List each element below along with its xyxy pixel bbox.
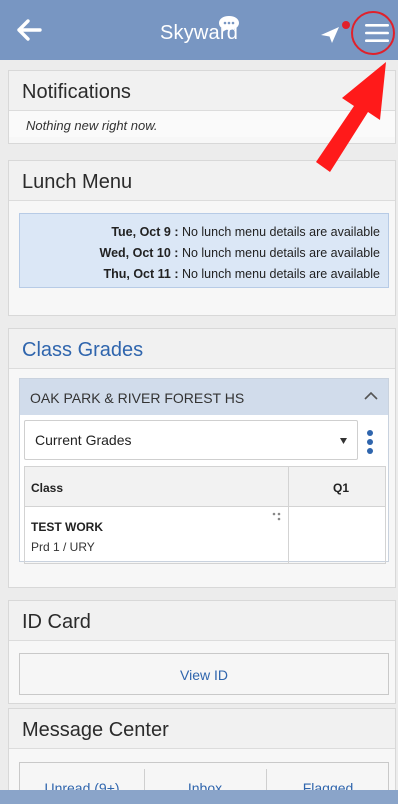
column-class[interactable]: Class — [31, 481, 63, 495]
lunch-menu-row: Thu, Oct 11 : No lunch menu details are … — [20, 267, 380, 281]
chat-bubble-icon[interactable] — [218, 15, 240, 33]
column-divider — [288, 467, 289, 563]
table-row[interactable]: TEST WORK Prd 1 / URY — [25, 508, 287, 564]
red-arrow-icon — [316, 62, 386, 172]
grades-view-value: Current Grades — [35, 432, 132, 448]
more-dots-icon[interactable] — [272, 512, 282, 522]
grades-view-select[interactable]: Current Grades — [24, 420, 358, 460]
lunch-day: Wed, Oct 10 : — [99, 246, 179, 260]
school-panel: OAK PARK & RIVER FOREST HS Current Grade… — [19, 378, 389, 564]
lunch-menu-row: Tue, Oct 9 : No lunch menu details are a… — [20, 225, 380, 239]
lunch-menu-list: Tue, Oct 9 : No lunch menu details are a… — [19, 213, 389, 288]
school-header[interactable]: OAK PARK & RIVER FOREST HS — [20, 379, 388, 415]
lunch-text: No lunch menu details are available — [178, 246, 380, 260]
send-icon[interactable] — [320, 26, 340, 44]
view-id-button[interactable]: View ID — [19, 653, 389, 695]
lunch-day: Tue, Oct 9 : — [111, 225, 179, 239]
class-name[interactable]: TEST WORK — [31, 520, 103, 534]
class-grades-card: Class Grades OAK PARK & RIVER FOREST HS … — [8, 328, 396, 588]
caret-down-icon — [340, 438, 347, 444]
lunch-text: No lunch menu details are available — [178, 267, 380, 281]
message-center-title: Message Center — [9, 709, 395, 749]
bottom-bar — [0, 790, 398, 804]
school-name: OAK PARK & RIVER FOREST HS — [30, 390, 245, 406]
menu-highlight-circle — [351, 11, 395, 55]
class-period: Prd 1 / URY — [31, 540, 95, 554]
lunch-menu-row: Wed, Oct 10 : No lunch menu details are … — [20, 246, 380, 260]
app-header: Skyward — [0, 0, 398, 60]
lunch-text: No lunch menu details are available — [178, 225, 380, 239]
id-card-card: ID Card View ID — [8, 600, 396, 704]
class-grades-title[interactable]: Class Grades — [9, 329, 395, 369]
column-q1[interactable]: Q1 — [333, 481, 349, 495]
grades-table-header: Class Q1 — [25, 467, 385, 507]
grades-table: Class Q1 TEST WORK Prd 1 / URY — [24, 466, 386, 564]
lunch-day: Thu, Oct 11 : — [103, 267, 179, 281]
kebab-menu-icon[interactable] — [366, 429, 374, 455]
id-card-title: ID Card — [9, 601, 395, 641]
chevron-up-icon[interactable] — [364, 391, 378, 401]
alert-dot — [342, 21, 350, 29]
